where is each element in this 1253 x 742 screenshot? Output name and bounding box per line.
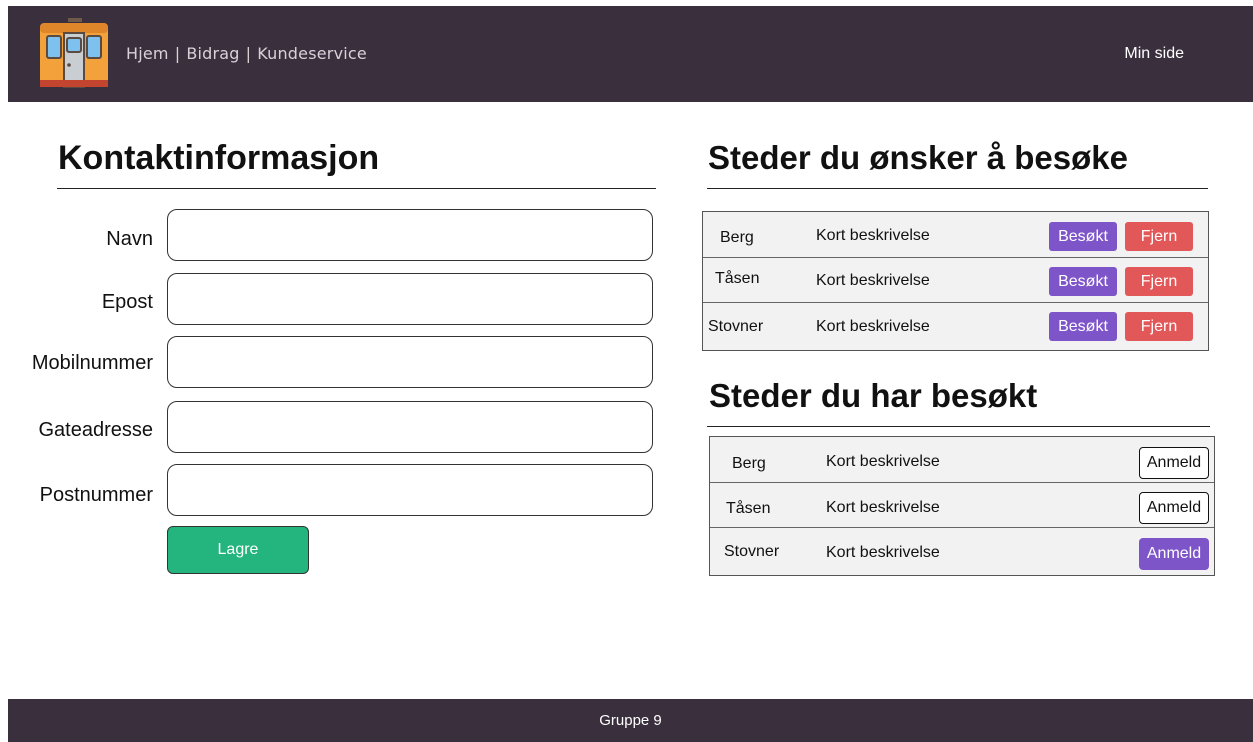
place-description: Kort beskrivelse — [816, 272, 930, 289]
label-epost: Epost — [101, 291, 153, 313]
label-navn: Navn — [106, 228, 153, 250]
visited-title: Steder du har besøkt — [709, 377, 1038, 414]
train-icon[interactable] — [38, 18, 110, 88]
wish-list-title: Steder du ønsker å besøke — [708, 139, 1128, 176]
review-button[interactable]: Anmeld — [1139, 492, 1209, 524]
place-name: Stovner — [708, 318, 764, 335]
mark-visited-button[interactable]: Besøkt — [1049, 312, 1117, 341]
visited-title-divider — [707, 426, 1210, 427]
footer-text: Gruppe 9 — [599, 712, 662, 729]
mark-visited-button[interactable]: Besøkt — [1049, 267, 1117, 296]
place-name: Stovner — [724, 543, 780, 560]
save-button[interactable]: Lagre — [167, 526, 309, 574]
visited-table: Berg Kort beskrivelse Anmeld Tåsen Kort … — [709, 436, 1215, 576]
table-row: Stovner Kort beskrivelse Besøkt Fjern — [703, 303, 1208, 350]
table-row: Stovner Kort beskrivelse Anmeld — [710, 528, 1214, 575]
street-address-field[interactable] — [167, 401, 653, 453]
wish-list-table: Berg Kort beskrivelse Besøkt Fjern Tåsen… — [702, 211, 1209, 351]
remove-button[interactable]: Fjern — [1125, 267, 1193, 296]
nav-link-hjem[interactable]: Hjem — [126, 44, 169, 63]
review-button[interactable]: Anmeld — [1139, 538, 1209, 570]
name-field[interactable] — [167, 209, 653, 261]
place-name: Tåsen — [726, 500, 771, 517]
table-row: Berg Kort beskrivelse Besøkt Fjern — [703, 212, 1208, 258]
page: Hjem | Bidrag | Kundeservice Min side Kontak… — [8, 6, 1253, 742]
contact-title-divider — [57, 188, 656, 189]
table-row: Berg Kort beskrivelse Anmeld — [710, 437, 1214, 483]
contact-title: Kontaktinformasjon — [58, 139, 380, 177]
top-navigation-bar: Hjem | Bidrag | Kundeservice Min side — [8, 6, 1253, 102]
email-field[interactable] — [167, 273, 653, 325]
main-nav: Hjem | Bidrag | Kundeservice — [126, 44, 367, 63]
wish-list-title-divider — [707, 188, 1208, 189]
table-row: Tåsen Kort beskrivelse Besøkt Fjern — [703, 258, 1208, 303]
nav-link-bidrag[interactable]: Bidrag — [186, 44, 239, 63]
mark-visited-button[interactable]: Besøkt — [1049, 222, 1117, 251]
remove-button[interactable]: Fjern — [1125, 222, 1193, 251]
place-description: Kort beskrivelse — [826, 544, 940, 561]
label-postnummer: Postnummer — [39, 484, 153, 506]
place-description: Kort beskrivelse — [816, 318, 930, 335]
postal-code-field[interactable] — [167, 464, 653, 516]
place-name: Berg — [732, 455, 766, 472]
label-mobilnummer: Mobilnummer — [31, 352, 153, 374]
place-description: Kort beskrivelse — [826, 499, 940, 516]
review-button[interactable]: Anmeld — [1139, 447, 1209, 479]
nav-link-kundeservice[interactable]: Kundeservice — [257, 44, 367, 63]
nav-separator: | — [245, 44, 252, 63]
min-side-link[interactable]: Min side — [1124, 45, 1184, 63]
place-description: Kort beskrivelse — [826, 453, 940, 470]
label-gateadresse: Gateadresse — [38, 419, 153, 441]
phone-field[interactable] — [167, 336, 653, 388]
remove-button[interactable]: Fjern — [1125, 312, 1193, 341]
place-description: Kort beskrivelse — [816, 227, 930, 244]
place-name: Berg — [720, 229, 754, 246]
table-row: Tåsen Kort beskrivelse Anmeld — [710, 483, 1214, 528]
place-name: Tåsen — [715, 270, 760, 287]
footer: Gruppe 9 — [8, 699, 1253, 742]
nav-separator: | — [174, 44, 181, 63]
